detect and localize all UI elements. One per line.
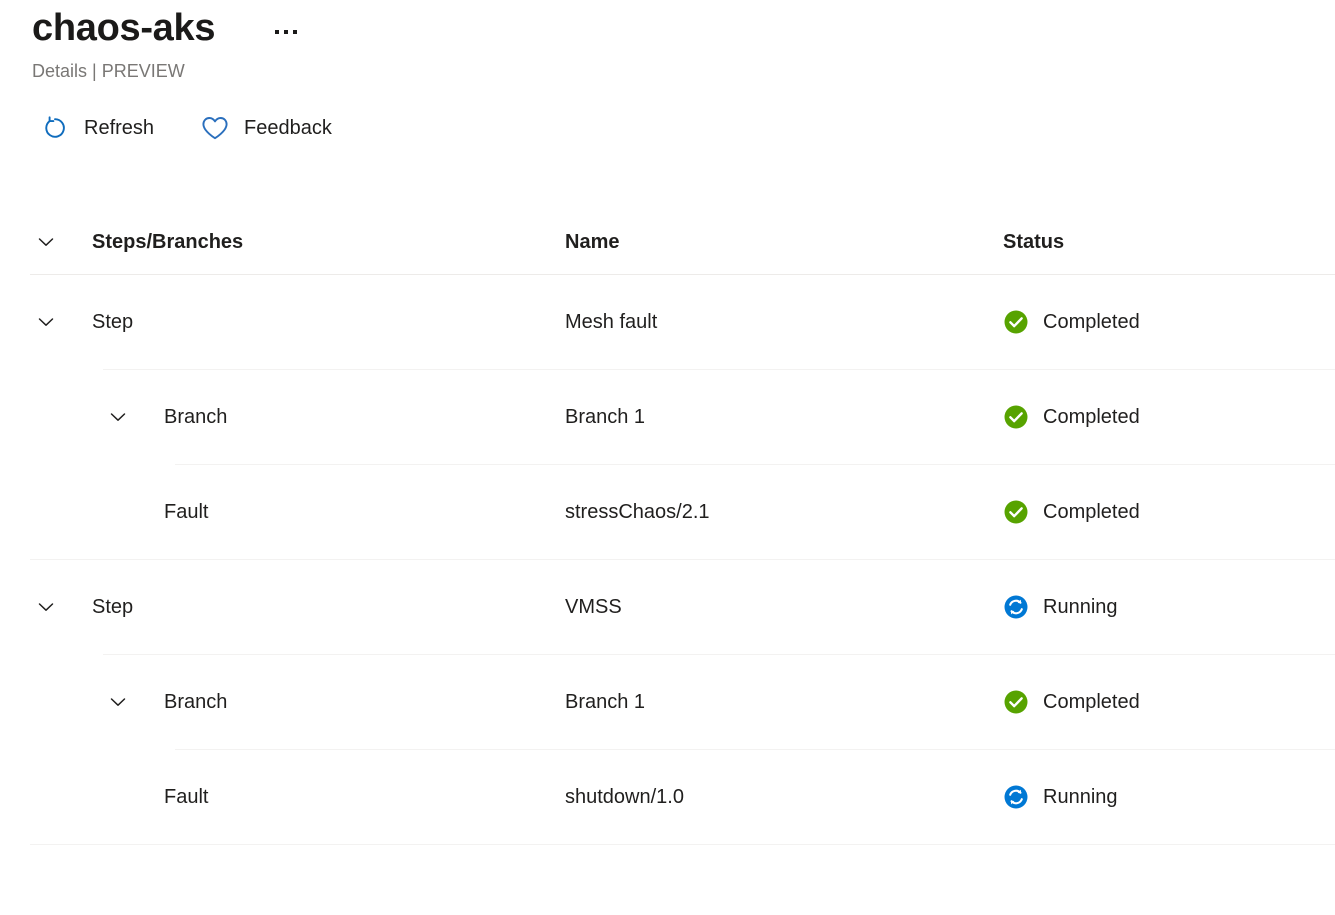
status-badge: Completed <box>1043 406 1140 428</box>
row-name-label: Mesh fault <box>565 311 658 333</box>
status-badge: Completed <box>1043 691 1140 713</box>
row-cell-status: Running <box>1003 594 1335 620</box>
row-cell-name: stressChaos/2.1 <box>565 499 1003 525</box>
row-cell-status: Completed <box>1003 689 1335 715</box>
row-type-label: Step <box>92 596 134 618</box>
row-chevron-placeholder <box>102 496 134 528</box>
feedback-button-label: Feedback <box>244 117 332 139</box>
refresh-button-label: Refresh <box>84 117 155 139</box>
table-row[interactable]: Fault stressChaos/2.1 Completed <box>0 465 1335 559</box>
row-cell-name: Branch 1 <box>565 689 1003 715</box>
more-options-icon[interactable] <box>269 19 303 45</box>
refresh-button[interactable]: Refresh <box>34 109 166 147</box>
row-cell-status: Completed <box>1003 499 1335 525</box>
row-name-label: VMSS <box>565 596 622 618</box>
row-name-label: stressChaos/2.1 <box>565 501 710 523</box>
header-cell-name: Name <box>565 229 1003 255</box>
row-cell-name: Mesh fault <box>565 309 1003 335</box>
header-cell-tree: Steps/Branches <box>30 226 565 258</box>
row-cell-name: Branch 1 <box>565 404 1003 430</box>
header-label-status: Status <box>1003 231 1065 253</box>
ellipsis-dot <box>293 30 298 34</box>
status-running-icon <box>1003 594 1029 620</box>
row-cell-tree: Fault <box>30 781 565 813</box>
header-cell-status: Status <box>1003 229 1335 255</box>
row-cell-status: Running <box>1003 784 1335 810</box>
row-type-label: Branch <box>164 406 228 428</box>
ellipsis-dot <box>284 30 289 34</box>
table-row[interactable]: Fault shutdown/1.0 Running <box>0 750 1335 844</box>
status-completed-icon <box>1003 689 1029 715</box>
row-name-label: shutdown/1.0 <box>565 786 684 808</box>
row-cell-tree: Fault <box>30 496 565 528</box>
row-cell-name: shutdown/1.0 <box>565 784 1003 810</box>
status-badge: Running <box>1043 786 1118 808</box>
page-subtitle: Details | PREVIEW <box>32 61 185 81</box>
status-running-icon <box>1003 784 1029 810</box>
collapse-all-chevron-down-icon[interactable] <box>30 226 62 258</box>
row-chevron-down-icon[interactable] <box>102 686 134 718</box>
table-row[interactable]: Branch Branch 1 Completed <box>0 370 1335 464</box>
ellipsis-dot <box>275 30 280 34</box>
status-badge: Completed <box>1043 311 1140 333</box>
page-title: chaos-aks <box>32 7 216 49</box>
row-chevron-placeholder <box>102 781 134 813</box>
status-completed-icon <box>1003 309 1029 335</box>
table-row[interactable]: Step Mesh fault Completed <box>0 275 1335 369</box>
status-badge: Completed <box>1043 501 1140 523</box>
row-cell-tree: Step <box>30 306 565 338</box>
title-row: chaos-aks <box>0 0 1335 56</box>
status-completed-icon <box>1003 499 1029 525</box>
row-cell-tree: Branch <box>30 686 565 718</box>
table-row[interactable]: Step VMSS Running <box>0 560 1335 654</box>
heart-icon <box>200 113 230 143</box>
row-chevron-down-icon[interactable] <box>30 306 62 338</box>
row-cell-tree: Step <box>30 591 565 623</box>
row-type-label: Step <box>92 311 134 333</box>
feedback-button[interactable]: Feedback <box>194 109 344 147</box>
refresh-icon <box>40 113 70 143</box>
table-header-row: Steps/Branches Name Status <box>0 210 1335 274</box>
row-type-label: Fault <box>164 786 209 808</box>
command-bar: Refresh Feedback <box>0 106 1335 150</box>
status-completed-icon <box>1003 404 1029 430</box>
status-badge: Running <box>1043 596 1118 618</box>
row-chevron-down-icon[interactable] <box>102 401 134 433</box>
page-header: chaos-aks Details | PREVIEW <box>0 0 1335 84</box>
row-cell-name: VMSS <box>565 594 1003 620</box>
header-label-steps-branches: Steps/Branches <box>92 231 244 253</box>
row-cell-tree: Branch <box>30 401 565 433</box>
row-type-label: Fault <box>164 501 209 523</box>
header-label-name: Name <box>565 231 620 253</box>
separator <box>0 844 1335 845</box>
steps-branches-table: Steps/Branches Name Status Step Mesh fau… <box>0 210 1335 845</box>
row-type-label: Branch <box>164 691 228 713</box>
row-chevron-down-icon[interactable] <box>30 591 62 623</box>
row-name-label: Branch 1 <box>565 406 646 428</box>
row-cell-status: Completed <box>1003 309 1335 335</box>
table-row[interactable]: Branch Branch 1 Completed <box>0 655 1335 749</box>
row-name-label: Branch 1 <box>565 691 646 713</box>
row-cell-status: Completed <box>1003 404 1335 430</box>
